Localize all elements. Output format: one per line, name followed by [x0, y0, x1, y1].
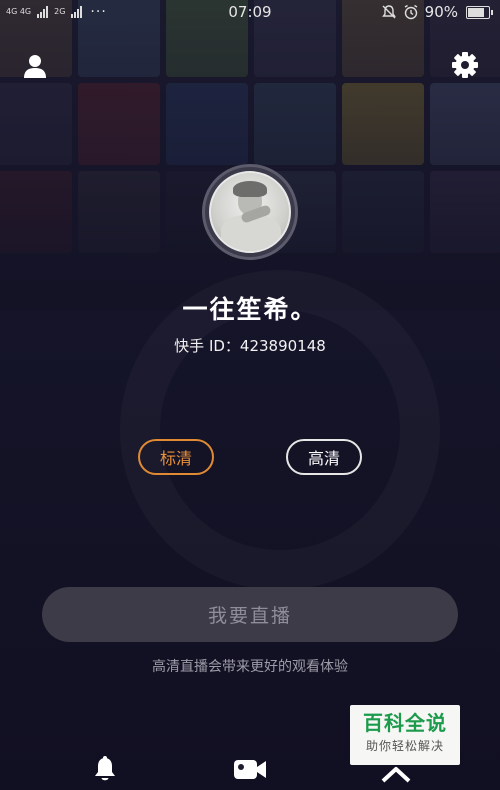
background-fade: [0, 0, 500, 310]
start-live-button[interactable]: 我要直播: [42, 587, 458, 642]
notifications-button[interactable]: [88, 754, 122, 784]
watermark-subtitle: 助你轻松解决: [365, 739, 444, 753]
avatar: [209, 171, 291, 253]
status-right: 90%: [381, 3, 493, 21]
user-name: 一往笙希。: [182, 295, 318, 324]
user-icon: [24, 55, 46, 78]
mute-bell-icon: [381, 5, 396, 19]
battery-level: [468, 7, 485, 17]
live-hint: 高清直播会带来更好的观看体验: [152, 659, 348, 675]
video-camera-icon: [234, 760, 266, 779]
settings-button[interactable]: [451, 51, 479, 79]
quality-option-sd[interactable]: 标清: [138, 439, 214, 475]
battery-percent: 90%: [424, 3, 458, 21]
watermark-badge: 百科全说 助你轻松解决: [350, 705, 460, 765]
user-id: 快手 ID：423890148: [174, 337, 326, 355]
alarm-icon: [404, 4, 418, 20]
profile-button[interactable]: [21, 52, 49, 80]
gear-icon: [452, 52, 478, 78]
quality-option-hd[interactable]: 高清: [286, 439, 362, 475]
chevron-up-icon: [381, 767, 411, 783]
bell-icon: [95, 756, 115, 781]
avatar-figure-hair: [233, 181, 267, 197]
video-button[interactable]: [233, 754, 267, 784]
status-bar: 4G 4G 2G ··· 07:09 90%: [0, 0, 500, 26]
avatar-frame[interactable]: [202, 164, 298, 260]
watermark-title: 百科全说: [363, 711, 447, 735]
battery-icon: [466, 5, 493, 19]
